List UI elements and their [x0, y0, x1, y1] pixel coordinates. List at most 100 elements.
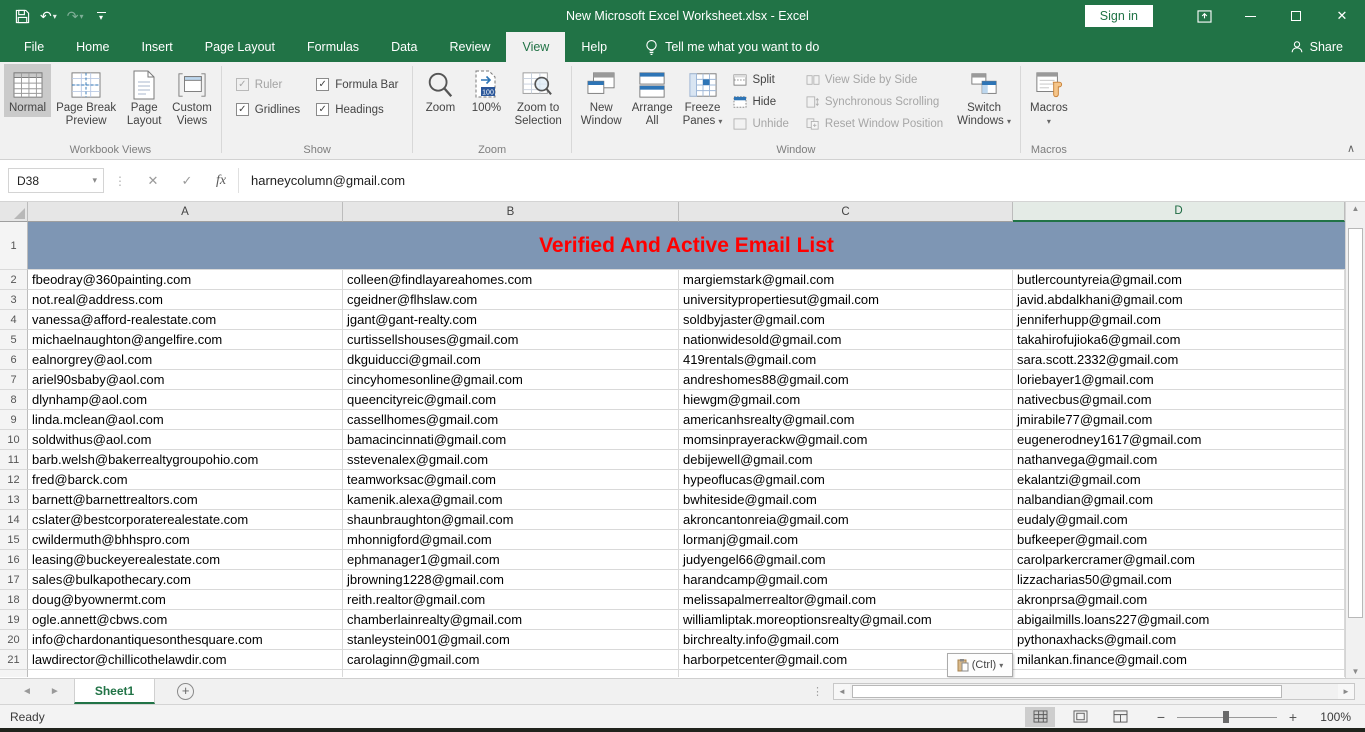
- cell-B4[interactable]: jgant@gant-realty.com: [343, 310, 679, 330]
- cell-A10[interactable]: soldwithus@aol.com: [28, 430, 343, 450]
- sheet-nav-right-icon[interactable]: ►: [50, 686, 60, 697]
- cell-B3[interactable]: cgeidner@flhslaw.com: [343, 290, 679, 310]
- cell-B2[interactable]: colleen@findlayareahomes.com: [343, 270, 679, 290]
- cell-D11[interactable]: nathanvega@gmail.com: [1013, 450, 1345, 470]
- formula-bar-checkbox[interactable]: ✓Formula Bar: [316, 78, 398, 91]
- scroll-down-icon[interactable]: ▼: [1346, 667, 1365, 676]
- cell-clipped[interactable]: [343, 670, 679, 677]
- cell-C7[interactable]: andreshomes88@gmail.com: [679, 370, 1013, 390]
- row-header[interactable]: 16: [0, 550, 28, 570]
- headings-checkbox[interactable]: ✓Headings: [316, 103, 398, 116]
- cell-A9[interactable]: linda.mclean@aol.com: [28, 410, 343, 430]
- freeze-panes-button[interactable]: FreezePanes ▾: [678, 64, 728, 130]
- cell-A11[interactable]: barb.welsh@bakerrealtygroupohio.com: [28, 450, 343, 470]
- vertical-scrollbar[interactable]: ▲ ▼: [1345, 202, 1365, 678]
- enter-icon[interactable]: ✓: [170, 173, 204, 189]
- customize-qat-button[interactable]: ▾: [97, 12, 106, 20]
- cell-A20[interactable]: info@chardonantiquesonthesquare.com: [28, 630, 343, 650]
- cell-D8[interactable]: nativecbus@gmail.com: [1013, 390, 1345, 410]
- row-header[interactable]: 11: [0, 450, 28, 470]
- row-header[interactable]: 14: [0, 510, 28, 530]
- hide-button[interactable]: Hide: [733, 93, 788, 110]
- column-header-c[interactable]: C: [679, 202, 1013, 222]
- cell-C9[interactable]: americanhsrealty@gmail.com: [679, 410, 1013, 430]
- zoom-100-button[interactable]: 100 100%: [463, 64, 509, 117]
- status-page-layout-view-button[interactable]: [1065, 707, 1095, 727]
- cell-D14[interactable]: eudaly@gmail.com: [1013, 510, 1345, 530]
- cell-D21[interactable]: milankan.finance@gmail.com: [1013, 650, 1345, 670]
- cell-C20[interactable]: birchrealty.info@gmail.com: [679, 630, 1013, 650]
- cell-D18[interactable]: akronprsa@gmail.com: [1013, 590, 1345, 610]
- row-header[interactable]: 15: [0, 530, 28, 550]
- cell-C3[interactable]: universitypropertiesut@gmail.com: [679, 290, 1013, 310]
- tab-review[interactable]: Review: [433, 32, 506, 62]
- cell-clipped[interactable]: [28, 670, 343, 677]
- cell-C15[interactable]: lormanj@gmail.com: [679, 530, 1013, 550]
- cell-D16[interactable]: carolparkercramer@gmail.com: [1013, 550, 1345, 570]
- paste-options-button[interactable]: (Ctrl) ▾: [947, 653, 1013, 677]
- cell-C17[interactable]: harandcamp@gmail.com: [679, 570, 1013, 590]
- cell-D7[interactable]: loriebayer1@gmail.com: [1013, 370, 1345, 390]
- new-sheet-button[interactable]: +: [177, 683, 194, 700]
- cell-clipped[interactable]: [1013, 670, 1345, 677]
- cell-B21[interactable]: carolaginn@gmail.com: [343, 650, 679, 670]
- cell-B15[interactable]: mhonnigford@gmail.com: [343, 530, 679, 550]
- tab-insert[interactable]: Insert: [126, 32, 189, 62]
- cell-D17[interactable]: lizzacharias50@gmail.com: [1013, 570, 1345, 590]
- sign-in-button[interactable]: Sign in: [1085, 5, 1153, 27]
- cell-B6[interactable]: dkguiducci@gmail.com: [343, 350, 679, 370]
- row-header[interactable]: 19: [0, 610, 28, 630]
- cell-A14[interactable]: cslater@bestcorporaterealestate.com: [28, 510, 343, 530]
- cell-A12[interactable]: fred@barck.com: [28, 470, 343, 490]
- close-button[interactable]: ✕: [1319, 0, 1365, 32]
- scroll-up-icon[interactable]: ▲: [1346, 204, 1365, 213]
- row-header[interactable]: 10: [0, 430, 28, 450]
- split-button[interactable]: Split: [733, 71, 788, 88]
- custom-views-button[interactable]: CustomViews: [167, 64, 217, 130]
- cell-B5[interactable]: curtissellshouses@gmail.com: [343, 330, 679, 350]
- name-box-dropdown-icon[interactable]: ▾: [92, 175, 103, 186]
- cell-D5[interactable]: takahirofujioka6@gmail.com: [1013, 330, 1345, 350]
- insert-function-icon[interactable]: fx: [204, 173, 238, 189]
- cell-B12[interactable]: teamworksac@gmail.com: [343, 470, 679, 490]
- cell-D12[interactable]: ekalantzi@gmail.com: [1013, 470, 1345, 490]
- row-header[interactable]: 7: [0, 370, 28, 390]
- cell-B10[interactable]: bamacincinnati@gmail.com: [343, 430, 679, 450]
- arrange-all-button[interactable]: ArrangeAll: [627, 64, 678, 130]
- cell-C18[interactable]: melissapalmerrealtor@gmail.com: [679, 590, 1013, 610]
- cell-A3[interactable]: not.real@address.com: [28, 290, 343, 310]
- cell-C2[interactable]: margiemstark@gmail.com: [679, 270, 1013, 290]
- tab-file[interactable]: File: [8, 32, 60, 62]
- zoom-slider[interactable]: [1177, 710, 1277, 724]
- column-header-d[interactable]: D: [1013, 202, 1345, 222]
- zoom-percentage[interactable]: 100%: [1313, 710, 1351, 724]
- cell-A6[interactable]: ealnorgrey@aol.com: [28, 350, 343, 370]
- tab-home[interactable]: Home: [60, 32, 125, 62]
- sheet-nav-left-icon[interactable]: ◄: [22, 686, 32, 697]
- cell-A18[interactable]: doug@byownermt.com: [28, 590, 343, 610]
- cell-A17[interactable]: sales@bulkapothecary.com: [28, 570, 343, 590]
- cell-C14[interactable]: akroncantonreia@gmail.com: [679, 510, 1013, 530]
- zoom-in-icon[interactable]: +: [1287, 709, 1299, 725]
- status-normal-view-button[interactable]: [1025, 707, 1055, 727]
- row-header[interactable]: 17: [0, 570, 28, 590]
- cell-A19[interactable]: ogle.annett@cbws.com: [28, 610, 343, 630]
- redo-button[interactable]: ↷▾: [64, 8, 87, 25]
- tab-help[interactable]: Help: [565, 32, 623, 62]
- column-header-b[interactable]: B: [343, 202, 679, 222]
- select-all-corner[interactable]: [0, 202, 28, 222]
- hscroll-left-icon[interactable]: ◄: [834, 684, 850, 699]
- cell-B20[interactable]: stanleystein001@gmail.com: [343, 630, 679, 650]
- cell-A21[interactable]: lawdirector@chillicothelawdir.com: [28, 650, 343, 670]
- cell-C11[interactable]: debijewell@gmail.com: [679, 450, 1013, 470]
- cell-C5[interactable]: nationwidesold@gmail.com: [679, 330, 1013, 350]
- row-header[interactable]: [0, 670, 28, 677]
- normal-view-button[interactable]: Normal: [4, 64, 51, 117]
- zoom-out-icon[interactable]: −: [1155, 709, 1167, 725]
- vertical-scrollbar-thumb[interactable]: [1348, 228, 1363, 618]
- undo-button[interactable]: ↶▾: [37, 8, 60, 25]
- zoom-button[interactable]: Zoom: [417, 64, 463, 117]
- zoom-slider-thumb[interactable]: [1223, 711, 1229, 723]
- cell-C12[interactable]: hypeoflucas@gmail.com: [679, 470, 1013, 490]
- minimize-button[interactable]: [1227, 0, 1273, 32]
